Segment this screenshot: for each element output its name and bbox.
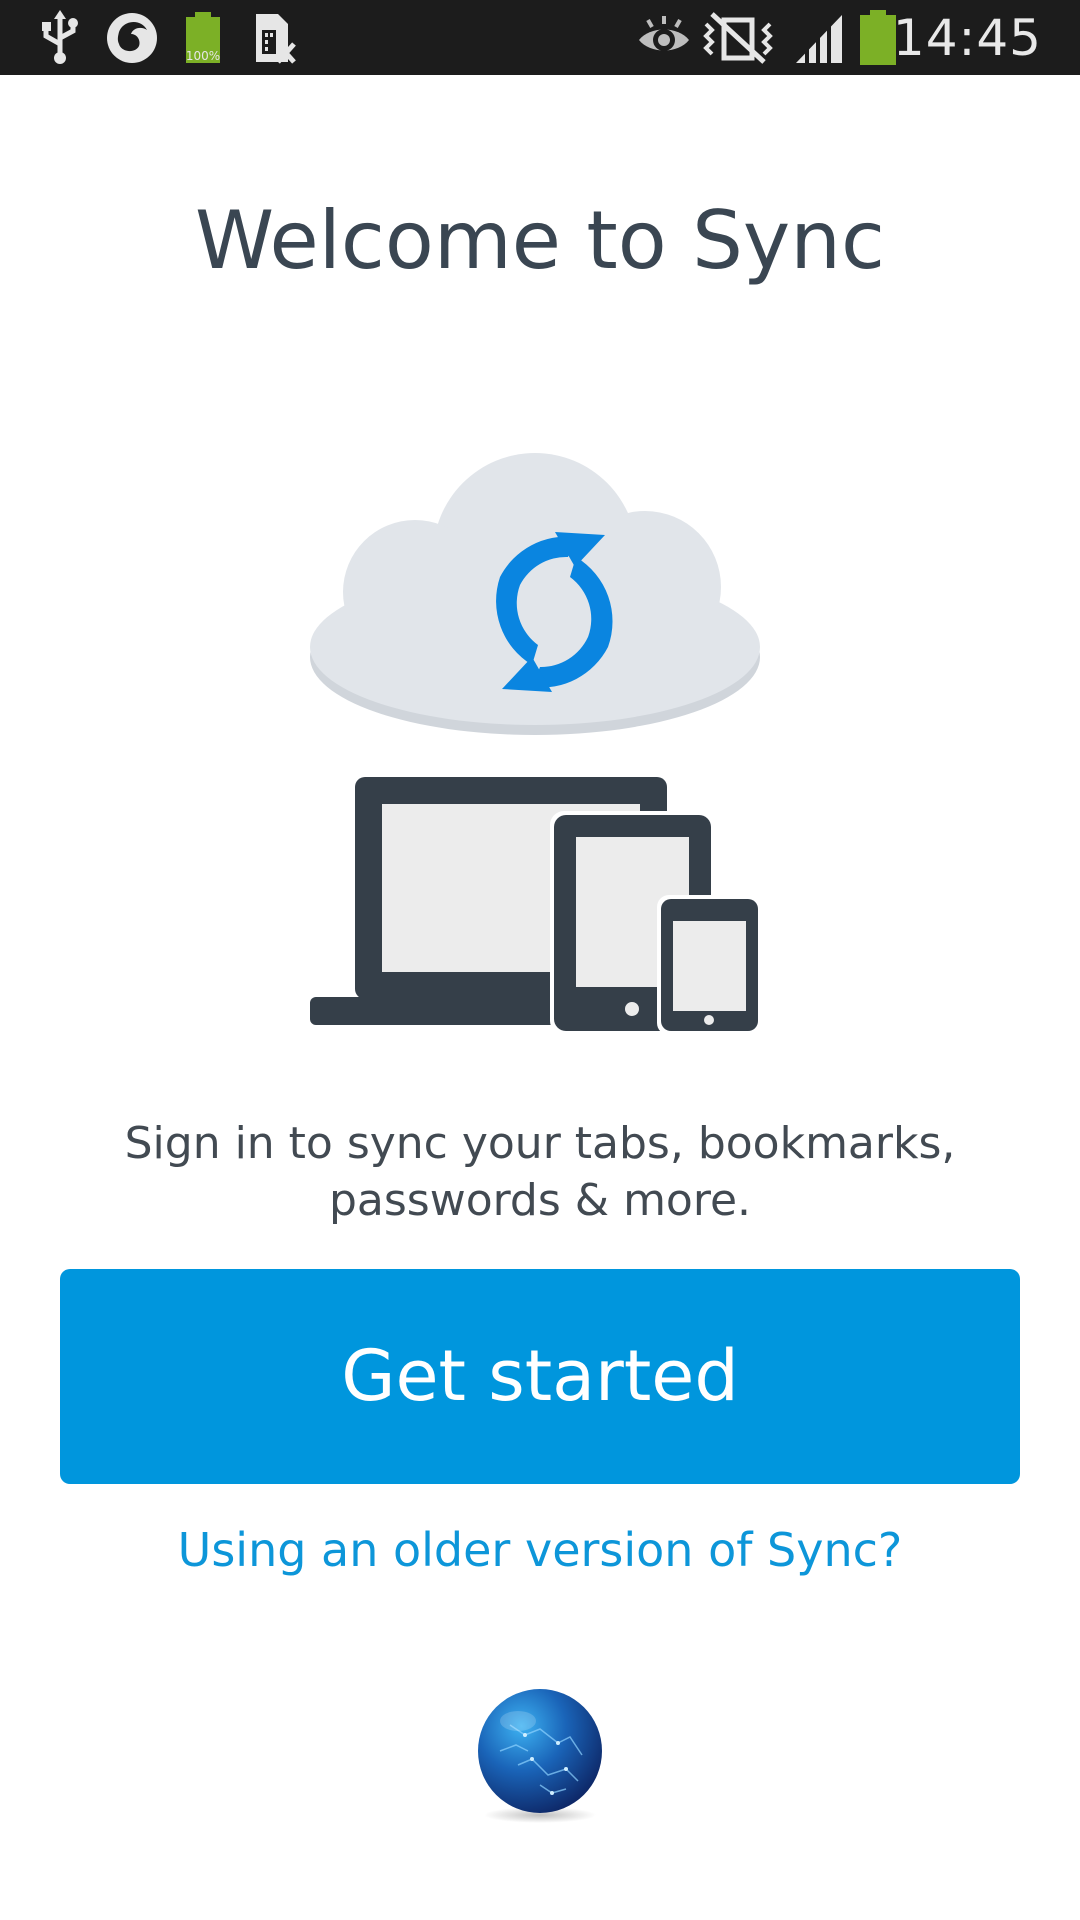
battery-percent-text: 100%	[186, 49, 220, 63]
smart-stay-eye-icon	[639, 16, 689, 51]
vibrate-mute-icon	[703, 12, 773, 64]
page-title: Welcome to Sync	[195, 194, 885, 287]
get-started-button[interactable]: Get started	[60, 1269, 1020, 1484]
usb-icon	[42, 10, 78, 64]
status-time: 14:45	[892, 9, 1042, 67]
firefox-notification-icon	[107, 13, 157, 63]
firefox-nightly-globe-icon	[478, 1689, 602, 1823]
cloud-sync-icon	[310, 453, 760, 735]
older-sync-version-link[interactable]: Using an older version of Sync?	[0, 1520, 1080, 1580]
sim-missing-icon	[256, 14, 296, 64]
phone-icon	[657, 895, 762, 1033]
status-bar: 100% 14:45	[0, 0, 1080, 75]
sync-description: Sign in to sync your tabs, bookmarks, pa…	[124, 1118, 956, 1226]
battery-full-notification-icon: 100%	[186, 12, 220, 63]
sync-illustration	[310, 453, 762, 1033]
sync-welcome-screen: Welcome to Sync Sign in to sync your tab…	[0, 75, 1080, 1920]
signal-icon	[796, 10, 842, 63]
